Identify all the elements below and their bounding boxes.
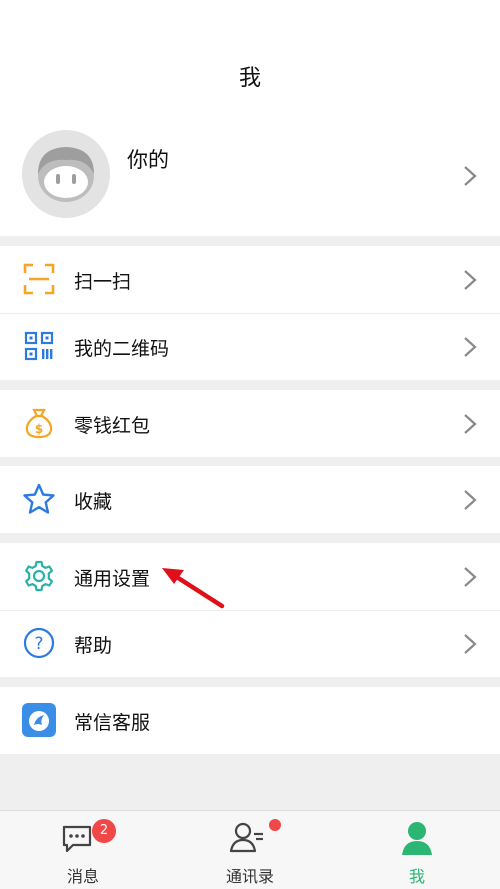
tab-label: 通讯录 [225,867,274,886]
question-icon: ? [23,627,55,659]
tab-contacts[interactable]: 通讯录 [167,811,333,889]
menu-item-label: 帮助 [74,635,113,657]
svg-text:$: $ [35,422,43,436]
menu-item-favorites[interactable]: 收藏 [0,466,500,533]
tab-bar: 2 消息 通讯录 我 [0,810,500,889]
gear-icon [25,560,53,592]
notification-dot [269,819,281,831]
menu-item-help[interactable]: ? 帮助 [0,610,500,677]
menu-item-label: 我的二维码 [74,338,170,360]
chevron-right-icon [464,490,477,510]
menu-item-label: 常信客服 [74,712,151,734]
unread-badge: 2 [92,819,116,843]
menu-item-label: 通用设置 [74,568,151,590]
tab-me[interactable]: 我 [334,811,500,889]
chat-icon [62,825,92,853]
chevron-right-icon [464,270,477,290]
menu-item-wallet[interactable]: $ 零钱红包 [0,390,500,457]
person-icon [402,822,432,855]
menu-group-settings: 通用设置 ? 帮助 [0,543,500,677]
tab-messages[interactable]: 2 消息 [0,811,166,889]
menu-item-label: 零钱红包 [74,415,151,437]
menu-group-service: 常信客服 [0,687,500,754]
menu-item-service[interactable]: 常信客服 [0,687,500,754]
chevron-right-icon [464,166,477,186]
menu-item-settings[interactable]: 通用设置 [0,543,500,610]
menu-item-scan[interactable]: 扫一扫 [0,246,500,313]
header: 我 [0,0,500,118]
chevron-right-icon [464,414,477,434]
tab-label: 我 [408,867,425,886]
annotation-arrow-icon [162,568,225,609]
menu-item-qrcode[interactable]: 我的二维码 [0,313,500,380]
chevron-right-icon [464,567,477,587]
profile-name: 你的 [127,148,169,172]
tab-label: 消息 [66,867,99,886]
money-bag-icon: $ [25,408,53,439]
menu-item-label: 扫一扫 [74,271,132,293]
scan-icon [23,263,55,295]
service-icon [22,703,56,737]
star-icon [23,483,55,514]
page-title: 我 [238,66,261,91]
menu-group-favorites: 收藏 [0,466,500,533]
qrcode-icon [24,331,54,361]
profile-card[interactable]: 你的 [0,118,500,236]
menu-group-scan: 扫一扫 我的二维码 [0,246,500,380]
chevron-right-icon [464,337,477,357]
svg-text:?: ? [34,634,43,654]
contacts-icon [229,822,263,853]
chevron-right-icon [464,634,477,654]
menu-group-wallet: $ 零钱红包 [0,390,500,457]
avatar-icon[interactable] [22,130,110,218]
menu-item-label: 收藏 [74,491,113,513]
